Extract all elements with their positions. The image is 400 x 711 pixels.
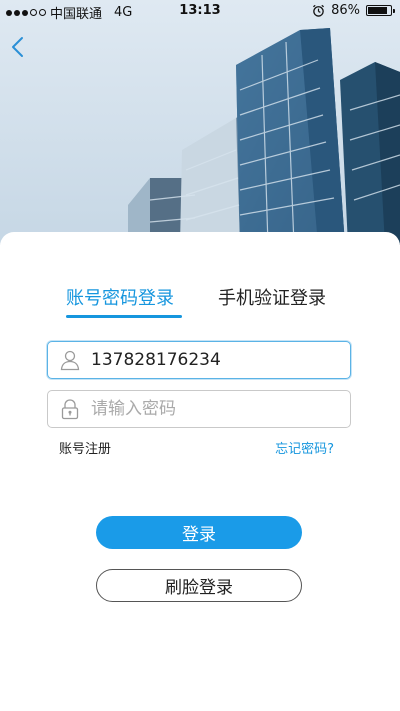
tab-phone-verification[interactable]: 手机验证登录 xyxy=(218,284,326,310)
register-link[interactable]: 账号注册 xyxy=(59,438,111,457)
tab-account-password[interactable]: 账号密码登录 xyxy=(66,284,174,310)
password-field[interactable] xyxy=(47,390,351,428)
login-tabs: 账号密码登录 手机验证登录 xyxy=(0,284,400,324)
battery-percent: 86% xyxy=(331,3,360,18)
password-input[interactable] xyxy=(91,391,350,427)
login-button[interactable]: 登录 xyxy=(96,516,302,549)
chevron-left-icon[interactable] xyxy=(8,34,30,60)
face-login-button[interactable]: 刷脸登录 xyxy=(96,569,302,602)
battery-icon xyxy=(366,5,395,16)
status-right: 86% xyxy=(312,3,395,18)
forgot-password-link[interactable]: 忘记密码? xyxy=(275,438,334,457)
building-illustration xyxy=(0,0,400,245)
username-field[interactable] xyxy=(47,341,351,379)
active-tab-indicator xyxy=(66,315,182,318)
header-image xyxy=(0,0,400,245)
battery-fill xyxy=(368,7,387,14)
alarm-clock-icon xyxy=(313,4,325,17)
login-card: 账号密码登录 手机验证登录 账号注册 忘记密码? 登录 刷脸登录 xyxy=(0,232,400,711)
user-icon xyxy=(60,350,80,371)
username-input[interactable] xyxy=(91,342,350,378)
status-bar: 中国联通 4G 13:13 86% xyxy=(0,0,400,22)
auth-links: 账号注册 忘记密码? xyxy=(0,438,400,458)
lock-icon xyxy=(61,399,79,420)
